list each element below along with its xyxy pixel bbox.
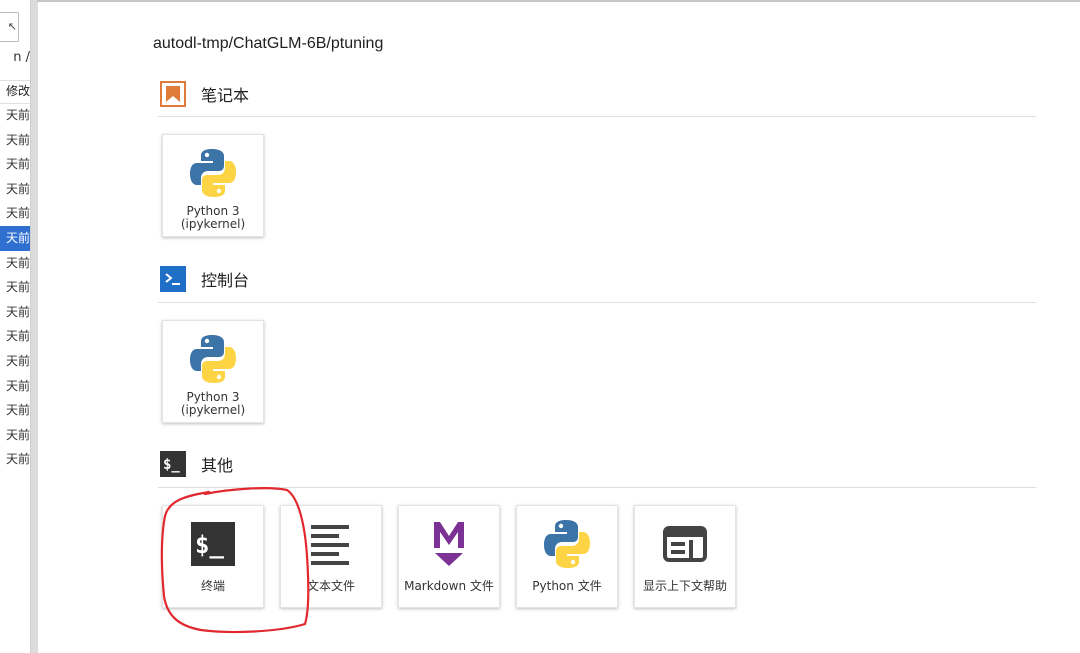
section-title: 其他 [201, 456, 234, 475]
svg-text:$_: $_ [163, 457, 180, 473]
file-list: 天前 天前 天前 天前 天前 天前 天前 天前 天前 天前 天前 天前 天前 天前 天前 [0, 103, 30, 472]
section-title: 控制台 [201, 271, 250, 290]
file-list-row[interactable]: 天前 [0, 374, 30, 399]
card-label: Python 文件 [532, 579, 602, 593]
file-list-row[interactable]: 天前 [0, 398, 30, 423]
file-list-row[interactable]: 天前 [0, 423, 30, 448]
card-label: 终端 [200, 579, 225, 593]
section-title: 笔记本 [201, 86, 250, 105]
python-logo-icon [188, 333, 238, 385]
section-divider [158, 302, 1036, 303]
file-list-row[interactable]: 天前 [0, 275, 30, 300]
card-label: Python 3 (ipykernel) [180, 204, 246, 231]
python-logo-icon [188, 147, 238, 199]
file-list-row[interactable]: 天前 [0, 251, 30, 276]
launcher-card-markdown-file[interactable]: Markdown 文件 [398, 505, 500, 608]
file-browser-toolbar-button[interactable]: ↖ [0, 12, 19, 42]
launcher-card-python-file[interactable]: Python 文件 [516, 505, 618, 608]
file-list-row[interactable]: 天前 [0, 447, 30, 472]
file-list-row[interactable]: 天前 [0, 225, 30, 251]
file-list-row[interactable]: 天前 [0, 300, 30, 325]
launcher: autodl-tmp/ChatGLM-6B/ptuning 笔记本 Python… [37, 2, 1080, 653]
launcher-card-text-file[interactable]: 文本文件 [280, 505, 382, 608]
launcher-card-console-python3[interactable]: Python 3 (ipykernel) [162, 320, 264, 423]
file-browser-breadcrumb[interactable]: n / [0, 50, 30, 65]
file-list-row[interactable]: 天前 [0, 201, 30, 226]
file-list-row[interactable]: 天前 [0, 349, 30, 374]
column-header-modified[interactable]: 修改 [0, 80, 30, 104]
launcher-card-terminal[interactable]: $_ 终端 [162, 505, 264, 608]
card-label: 显示上下文帮助 [642, 579, 727, 593]
launcher-card-context-help[interactable]: 显示上下文帮助 [634, 505, 736, 608]
section-divider [158, 487, 1036, 488]
file-browser-panel: ↖ n / 修改 天前 天前 天前 天前 天前 天前 天前 天前 天前 天前 天前 天前 天前 天前 天前 [0, 0, 30, 653]
terminal-icon: $_ [188, 518, 238, 570]
notebook-icon [160, 81, 186, 107]
card-label: 文本文件 [306, 579, 355, 593]
launcher-cwd: autodl-tmp/ChatGLM-6B/ptuning [153, 35, 384, 52]
section-other-header: $_ 其他 [160, 449, 233, 479]
file-list-row[interactable]: 天前 [0, 177, 30, 202]
file-list-row[interactable]: 天前 [0, 152, 30, 177]
markdown-icon [424, 518, 474, 570]
svg-text:$_: $_ [195, 531, 224, 559]
file-list-row[interactable]: 天前 [0, 324, 30, 349]
section-notebook-header: 笔记本 [160, 79, 249, 109]
card-label: Python 3 (ipykernel) [180, 390, 246, 417]
terminal-icon: $_ [160, 451, 186, 477]
python-logo-icon [542, 518, 592, 570]
card-label: Markdown 文件 [404, 579, 494, 593]
section-divider [158, 116, 1036, 117]
console-icon [160, 266, 186, 292]
section-console-header: 控制台 [160, 264, 249, 294]
file-list-row[interactable]: 天前 [0, 103, 30, 128]
launcher-card-notebook-python3[interactable]: Python 3 (ipykernel) [162, 134, 264, 237]
file-list-row[interactable]: 天前 [0, 128, 30, 153]
text-file-icon [306, 518, 356, 570]
context-help-icon [660, 518, 710, 570]
